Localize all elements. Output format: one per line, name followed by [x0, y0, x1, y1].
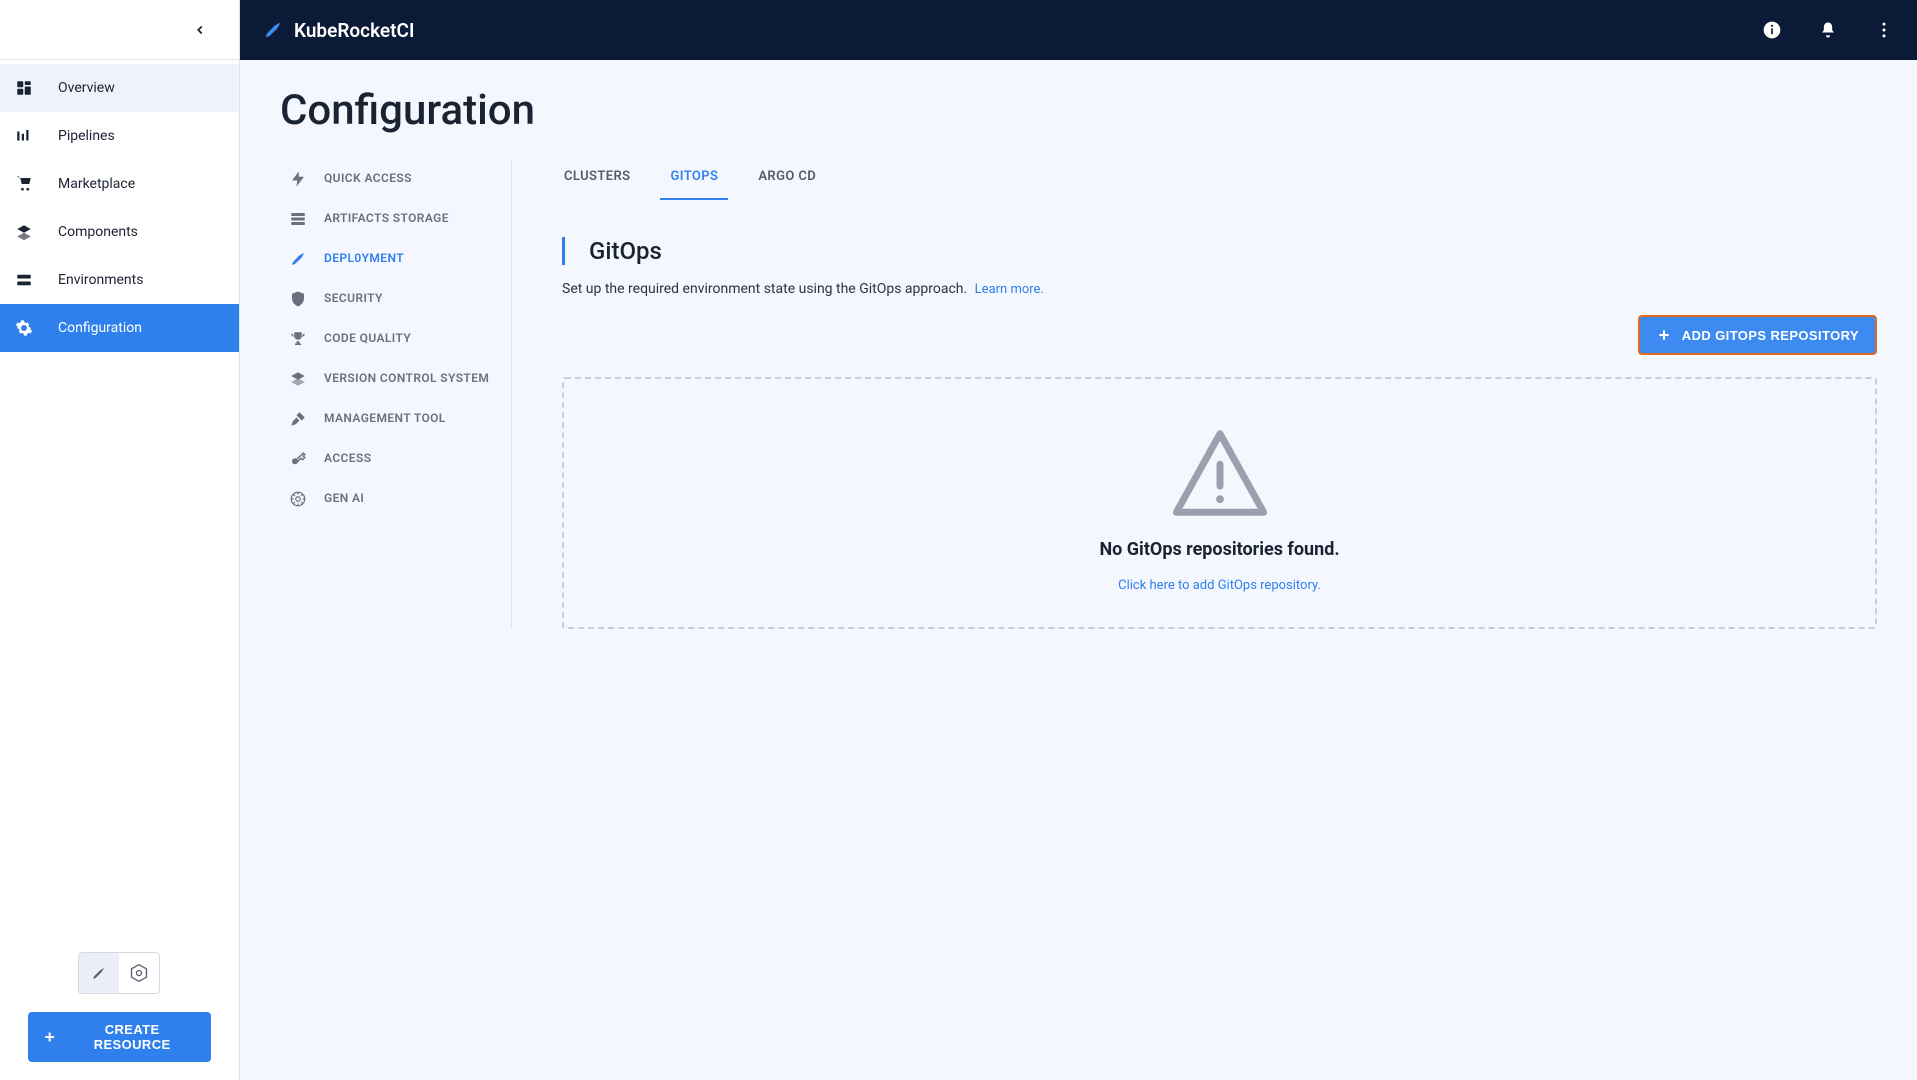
sidebar-item-label: Pipelines	[58, 128, 115, 144]
subnav-deployment[interactable]: DEPL0YMENT	[280, 239, 511, 279]
sidebar-item-overview[interactable]: Overview	[0, 64, 239, 112]
more-vertical-icon	[1874, 20, 1894, 40]
tab-clusters[interactable]: CLUSTERS	[562, 163, 632, 200]
sidebar-collapse-button[interactable]	[189, 19, 211, 41]
sidebar-nav: Overview Pipelines Marketplace Component…	[0, 60, 239, 352]
bell-icon	[1818, 20, 1838, 40]
subnav-label: ARTIFACTS STORAGE	[324, 211, 503, 227]
subnav-security[interactable]: SECURITY	[280, 279, 511, 319]
sidebar-item-pipelines[interactable]: Pipelines	[0, 112, 239, 160]
gear-icon	[14, 318, 34, 338]
view-toggle-rocket[interactable]	[79, 953, 119, 993]
topbar: KubeRocketCI	[240, 0, 1917, 60]
trophy-icon	[288, 329, 308, 349]
sidebar-item-label: Marketplace	[58, 176, 135, 192]
subnav-label: GEN AI	[324, 491, 503, 507]
key-icon	[288, 449, 308, 469]
empty-add-link[interactable]: Click here to add GitOps repository.	[1118, 578, 1321, 593]
tools-icon	[288, 409, 308, 429]
sidebar-item-configuration[interactable]: Configuration	[0, 304, 239, 352]
sidebar: Overview Pipelines Marketplace Component…	[0, 0, 240, 1080]
ai-icon	[288, 489, 308, 509]
brand-name: KubeRocketCI	[294, 19, 414, 42]
view-toggle-kube[interactable]	[119, 953, 159, 993]
more-button[interactable]	[1873, 19, 1895, 41]
config-subnav: QUICK ACCESS ARTIFACTS STORAGE DEPL0YMEN…	[280, 159, 512, 629]
sidebar-item-marketplace[interactable]: Marketplace	[0, 160, 239, 208]
rocket-icon	[89, 963, 109, 983]
subnav-label: DEPL0YMENT	[324, 251, 503, 267]
subnav-access[interactable]: ACCESS	[280, 439, 511, 479]
subnav-management-tool[interactable]: MANAGEMENT TOOL	[280, 399, 511, 439]
subnav-label: SECURITY	[324, 291, 503, 307]
warning-icon	[1165, 425, 1275, 521]
cart-icon	[14, 174, 34, 194]
stack-icon	[288, 369, 308, 389]
section-title: GitOps	[565, 237, 1877, 265]
subnav-label: VERSION CONTROL SYSTEM	[324, 371, 503, 387]
tab-label: CLUSTERS	[564, 169, 630, 184]
tab-label: ARGO CD	[758, 169, 816, 184]
subnav-version-control[interactable]: VERSION CONTROL SYSTEM	[280, 359, 511, 399]
subnav-gen-ai[interactable]: GEN AI	[280, 479, 511, 519]
shield-icon	[288, 289, 308, 309]
layers-icon	[14, 222, 34, 242]
subnav-label: CODE QUALITY	[324, 331, 503, 347]
chevron-left-icon	[193, 23, 207, 37]
subnav-quick-access[interactable]: QUICK ACCESS	[280, 159, 511, 199]
view-toggle	[78, 952, 160, 994]
storage-icon	[288, 209, 308, 229]
subnav-label: ACCESS	[324, 451, 503, 467]
info-button[interactable]	[1761, 19, 1783, 41]
section-subtitle: Set up the required environment state us…	[562, 281, 967, 297]
brand-rocket-icon	[262, 19, 284, 41]
sidebar-item-label: Components	[58, 224, 138, 240]
notifications-button[interactable]	[1817, 19, 1839, 41]
create-resource-label: CREATE RESOURCE	[67, 1022, 197, 1052]
plus-icon	[42, 1029, 57, 1045]
sidebar-item-environments[interactable]: Environments	[0, 256, 239, 304]
info-icon	[1762, 20, 1782, 40]
bolt-icon	[288, 169, 308, 189]
brand[interactable]: KubeRocketCI	[262, 19, 414, 42]
sidebar-item-label: Overview	[58, 80, 115, 96]
page-title: Configuration	[280, 86, 1877, 135]
empty-title: No GitOps repositories found.	[1099, 539, 1339, 560]
section-subtitle-row: Set up the required environment state us…	[562, 281, 1877, 297]
panel: CLUSTERS GITOPS ARGO CD GitOps Set up th…	[512, 159, 1877, 629]
create-resource-button[interactable]: CREATE RESOURCE	[28, 1012, 211, 1062]
add-button-label: ADD GITOPS REPOSITORY	[1682, 328, 1859, 343]
subnav-artifacts-storage[interactable]: ARTIFACTS STORAGE	[280, 199, 511, 239]
empty-state: No GitOps repositories found. Click here…	[562, 377, 1877, 629]
section-header: GitOps	[562, 237, 1877, 265]
tab-gitops[interactable]: GITOPS	[668, 163, 720, 200]
rocket-icon	[288, 249, 308, 269]
tab-label: GITOPS	[670, 169, 718, 184]
add-gitops-repository-button[interactable]: ADD GITOPS REPOSITORY	[1638, 315, 1877, 355]
tab-argocd[interactable]: ARGO CD	[756, 163, 818, 200]
subnav-label: QUICK ACCESS	[324, 171, 503, 187]
plus-icon	[1656, 327, 1672, 343]
dashboard-icon	[14, 78, 34, 98]
sidebar-item-label: Configuration	[58, 320, 142, 336]
tabs: CLUSTERS GITOPS ARGO CD	[562, 159, 1877, 201]
subnav-code-quality[interactable]: CODE QUALITY	[280, 319, 511, 359]
pipelines-icon	[14, 126, 34, 146]
subnav-label: MANAGEMENT TOOL	[324, 411, 503, 427]
learn-more-link[interactable]: Learn more.	[975, 282, 1044, 297]
sidebar-item-components[interactable]: Components	[0, 208, 239, 256]
sidebar-item-label: Environments	[58, 272, 143, 288]
kubernetes-icon	[129, 963, 149, 983]
server-icon	[14, 270, 34, 290]
sidebar-header	[0, 0, 239, 60]
